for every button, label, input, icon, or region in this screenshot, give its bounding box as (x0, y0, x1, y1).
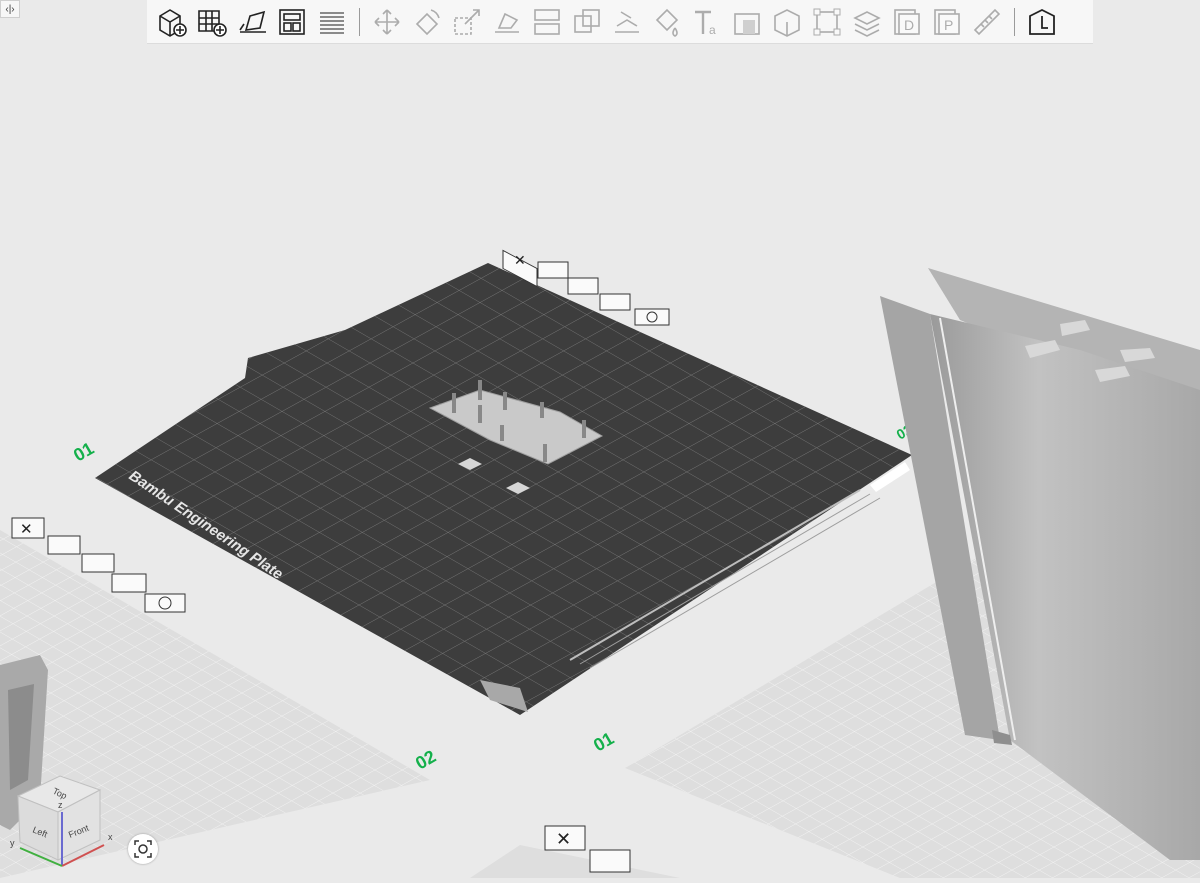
build-plate-main[interactable]: Bambu Engineering Plate (95, 263, 912, 715)
color-paint-button[interactable] (648, 3, 686, 41)
svg-text:a: a (709, 23, 716, 37)
axis-y-label: y (10, 838, 15, 848)
rotate-icon (415, 8, 440, 35)
arrange-button[interactable] (273, 3, 311, 41)
plate-number-main: 02 (412, 746, 439, 773)
svg-text:✕: ✕ (514, 252, 526, 268)
add-object-button[interactable] (153, 3, 191, 41)
auto-orient-button[interactable] (233, 3, 271, 41)
toolbar-separator (359, 7, 360, 36)
add-plate-button[interactable] (193, 3, 231, 41)
sla-p-icon: P (934, 8, 960, 35)
emboss-button[interactable] (728, 3, 766, 41)
plate-number-right: 01 (590, 728, 617, 755)
layers-button[interactable] (848, 3, 886, 41)
3d-viewport[interactable]: Bambu Engineering Plate ✕ ✕ ✕ 01 02 01 0… (0, 0, 1200, 878)
top-toolbar: aDP (147, 0, 1093, 44)
variable-layer-icon (774, 8, 800, 37)
svg-text:D: D (904, 17, 914, 33)
layers-icon (853, 10, 881, 37)
support-paint-button[interactable] (608, 3, 646, 41)
sla-p-button[interactable]: P (928, 3, 966, 41)
split-view-button[interactable] (1023, 3, 1061, 41)
boolean-icon (574, 8, 600, 33)
emboss-icon (734, 12, 760, 35)
scale-button[interactable] (448, 3, 486, 41)
svg-text:P: P (944, 17, 953, 33)
toolbar-separator (1014, 7, 1015, 36)
assembly-icon (813, 8, 841, 35)
boolean-button[interactable] (568, 3, 606, 41)
lay-on-face-icon (495, 12, 519, 33)
scale-icon (454, 8, 480, 35)
measure-button[interactable] (968, 3, 1006, 41)
arrange-icon (279, 8, 305, 35)
split-layers-button[interactable] (313, 3, 351, 41)
add-plate-icon (198, 9, 227, 37)
cut-button[interactable] (528, 3, 566, 41)
add-object-icon (159, 8, 187, 37)
text-button[interactable]: a (688, 3, 726, 41)
camera-focus-icon (134, 840, 152, 858)
axis-z-label: z (58, 800, 63, 810)
text-icon: a (695, 10, 716, 37)
lay-on-face-button[interactable] (488, 3, 526, 41)
rotate-button[interactable] (408, 3, 446, 41)
support-paint-icon (615, 10, 639, 33)
sidebar-collapse-toggle[interactable]: ‹|› (0, 0, 20, 18)
camera-fit-button[interactable] (128, 834, 158, 864)
color-paint-icon (655, 8, 679, 37)
plate-number-left: 01 (70, 438, 97, 465)
svg-text:✕: ✕ (20, 521, 33, 538)
move-button[interactable] (368, 3, 406, 41)
variable-layer-button[interactable] (768, 3, 806, 41)
axis-x-label: x (108, 832, 113, 842)
sla-d-icon: D (894, 8, 920, 35)
move-icon (374, 8, 400, 35)
auto-orient-icon (239, 10, 266, 33)
split-layers-icon (320, 11, 344, 34)
assembly-button[interactable] (808, 3, 846, 41)
sla-d-button[interactable]: D (888, 3, 926, 41)
measure-icon (973, 8, 1001, 35)
cut-icon (534, 8, 560, 35)
svg-text:✕: ✕ (556, 829, 571, 849)
split-view-icon (1029, 8, 1055, 35)
